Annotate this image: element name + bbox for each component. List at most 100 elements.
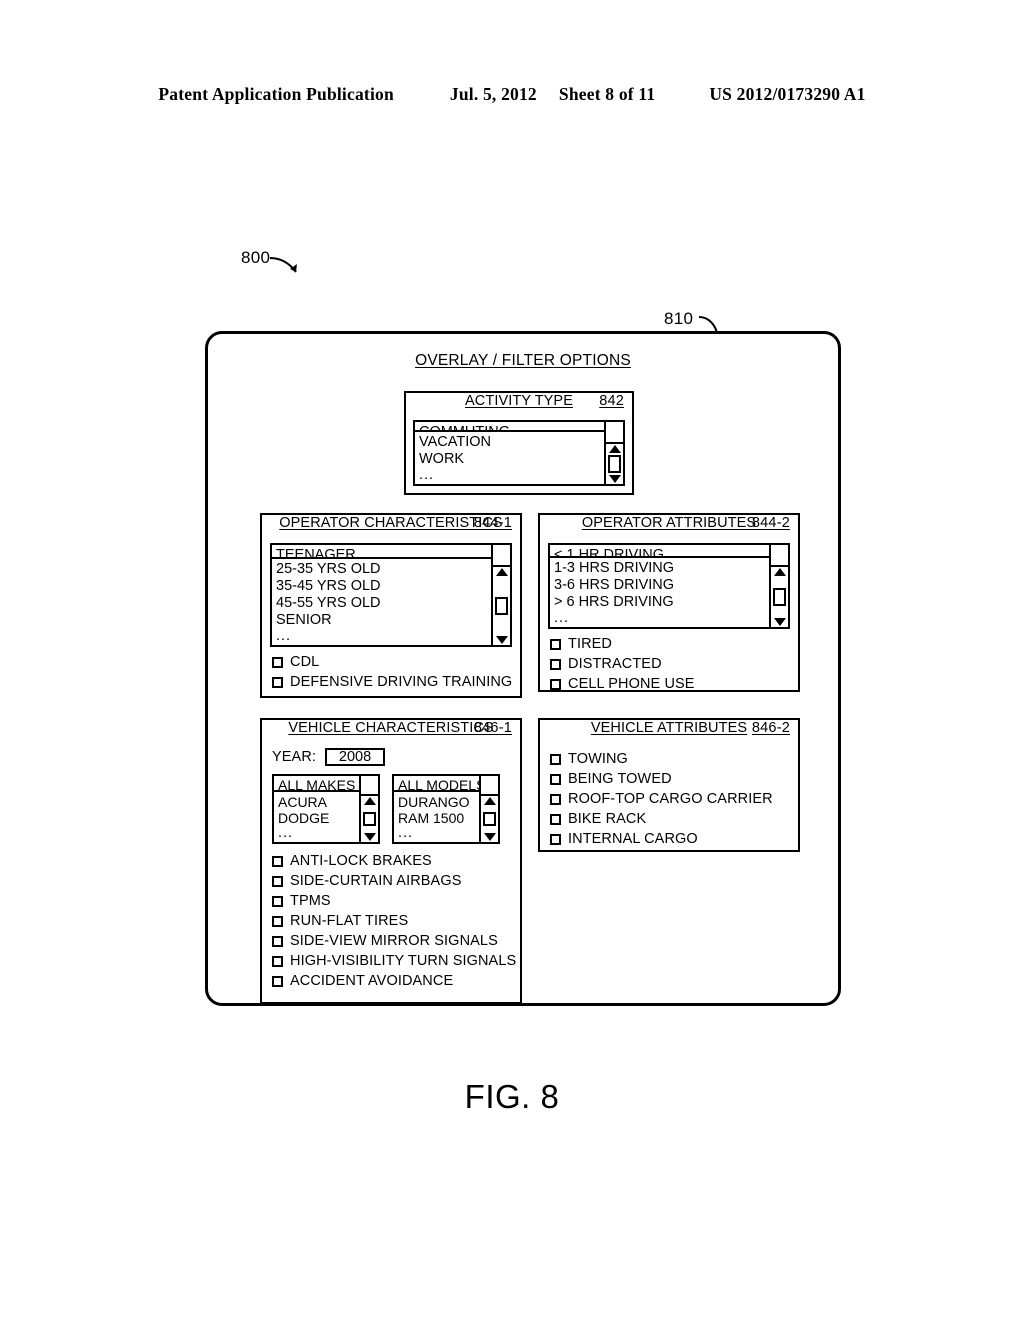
checkbox-icon[interactable] xyxy=(272,916,283,927)
list-item[interactable]: 25-35 YRS OLD xyxy=(276,561,491,578)
checkbox-row[interactable]: BEING TOWED xyxy=(550,772,790,787)
checkbox-icon[interactable] xyxy=(272,856,283,867)
list-item[interactable]: DURANGO xyxy=(398,794,479,810)
checkbox-row[interactable]: DEFENSIVE DRIVING TRAINING xyxy=(272,675,512,690)
checkbox-icon[interactable] xyxy=(550,814,561,825)
vehicle-makes-scrollbar[interactable] xyxy=(359,776,378,842)
checkbox-icon[interactable] xyxy=(550,774,561,785)
panel-operator-attributes-header: OPERATOR ATTRIBUTES 844-2 xyxy=(540,515,798,539)
operator-attributes-selected-value[interactable]: < 1 HR DRIVING xyxy=(550,545,769,558)
scroll-up-arrow-icon[interactable] xyxy=(608,445,621,453)
checkbox-icon[interactable] xyxy=(272,956,283,967)
panel-vehicle-attributes: VEHICLE ATTRIBUTES 846-2 TOWING BEING TO… xyxy=(538,718,800,852)
scrollbar-thumb[interactable] xyxy=(483,812,496,826)
activity-type-scrollbar[interactable] xyxy=(604,422,623,484)
list-item[interactable]: VACATION xyxy=(419,434,604,451)
operator-attributes-listbox-body: < 1 HR DRIVING 1-3 HRS DRIVING 3-6 HRS D… xyxy=(550,545,769,627)
scroll-down-arrow-icon[interactable] xyxy=(363,833,376,841)
list-item-ellipsis: ... xyxy=(398,825,414,841)
scroll-down-arrow-icon[interactable] xyxy=(483,833,496,841)
year-input[interactable]: 2008 xyxy=(325,748,386,766)
checkbox-icon[interactable] xyxy=(550,659,561,670)
scrollbar-track[interactable] xyxy=(771,567,788,627)
checkbox-row[interactable]: TIRED xyxy=(550,637,790,652)
list-item[interactable]: DODGE xyxy=(278,810,359,826)
list-item[interactable]: WORK xyxy=(419,451,604,468)
checkbox-row[interactable]: ACCIDENT AVOIDANCE xyxy=(272,974,512,989)
checkbox-icon[interactable] xyxy=(272,896,283,907)
checkbox-row[interactable]: TPMS xyxy=(272,894,512,909)
vehicle-models-scrollbar[interactable] xyxy=(479,776,498,842)
checkbox-row[interactable]: BIKE RACK xyxy=(550,812,790,827)
scrollbar-thumb[interactable] xyxy=(495,597,508,615)
scrollbar-track[interactable] xyxy=(493,567,510,645)
panel-operator-characteristics-title: OPERATOR CHARACTERISTICS xyxy=(279,515,503,531)
operator-characteristics-listbox[interactable]: TEENAGER 25-35 YRS OLD 35-45 YRS OLD 45-… xyxy=(270,543,512,647)
scrollbar-track[interactable] xyxy=(361,796,378,842)
checkbox-icon[interactable] xyxy=(272,976,283,987)
scroll-up-arrow-icon[interactable] xyxy=(495,568,508,576)
checkbox-icon[interactable] xyxy=(272,876,283,887)
checkbox-row[interactable]: SIDE-CURTAIN AIRBAGS xyxy=(272,874,512,889)
checkbox-row[interactable]: ROOF-TOP CARGO CARRIER xyxy=(550,792,790,807)
vehicle-makes-listbox[interactable]: ALL MAKES ACURA DODGE ... xyxy=(272,774,380,844)
checkbox-icon[interactable] xyxy=(550,679,561,690)
checkbox-row[interactable]: ANTI-LOCK BRAKES xyxy=(272,854,512,869)
checkbox-row[interactable]: CDL xyxy=(272,655,512,670)
scrollbar-track[interactable] xyxy=(481,796,498,842)
list-item[interactable]: SENIOR xyxy=(276,612,491,629)
list-item[interactable]: > 6 HRS DRIVING xyxy=(554,594,769,611)
checkbox-row[interactable]: TOWING xyxy=(550,752,790,767)
checkbox-icon[interactable] xyxy=(550,639,561,650)
list-item[interactable]: 45-55 YRS OLD xyxy=(276,595,491,612)
reference-numeral-810: 810 xyxy=(664,309,694,328)
checkbox-icon[interactable] xyxy=(550,794,561,805)
checkbox-row[interactable]: SIDE-VIEW MIRROR SIGNALS xyxy=(272,934,512,949)
checkbox-icon[interactable] xyxy=(272,677,283,688)
list-item[interactable]: RAM 1500 xyxy=(398,810,479,826)
list-item[interactable]: 35-45 YRS OLD xyxy=(276,578,491,595)
checkbox-icon[interactable] xyxy=(550,834,561,845)
panel-operator-attributes-title: OPERATOR ATTRIBUTES xyxy=(581,515,757,531)
operator-characteristics-scrollbar[interactable] xyxy=(491,545,510,645)
scroll-up-arrow-icon[interactable] xyxy=(363,797,376,805)
checkbox-row[interactable]: CELL PHONE USE xyxy=(550,677,790,692)
operator-attributes-scrollbar[interactable] xyxy=(769,545,788,627)
scroll-down-arrow-icon[interactable] xyxy=(608,475,621,483)
vehicle-models-selected-value[interactable]: ALL MODELS xyxy=(394,776,479,792)
vehicle-characteristics-checkbox-list: ANTI-LOCK BRAKES SIDE-CURTAIN AIRBAGS TP… xyxy=(272,854,516,989)
activity-type-listbox[interactable]: COMMUTING VACATION WORK ... xyxy=(413,420,625,486)
checkbox-row[interactable]: INTERNAL CARGO xyxy=(550,832,790,847)
list-item[interactable]: ACURA xyxy=(278,794,359,810)
checkbox-label: CELL PHONE USE xyxy=(568,676,695,692)
scroll-up-arrow-icon[interactable] xyxy=(483,797,496,805)
scrollbar-thumb[interactable] xyxy=(608,455,621,473)
operator-attributes-listbox[interactable]: < 1 HR DRIVING 1-3 HRS DRIVING 3-6 HRS D… xyxy=(548,543,790,629)
panel-activity-type-header: ACTIVITY TYPE 842 xyxy=(406,393,632,417)
scrollbar-thumb[interactable] xyxy=(363,812,376,826)
operator-characteristics-selected-value[interactable]: TEENAGER xyxy=(272,545,491,559)
scroll-up-arrow-icon[interactable] xyxy=(773,568,786,576)
checkbox-row[interactable]: RUN-FLAT TIRES xyxy=(272,914,512,929)
vehicle-models-listbox[interactable]: ALL MODELS DURANGO RAM 1500 ... xyxy=(392,774,500,844)
panel-vehicle-characteristics-header: VEHICLE CHARACTERISTICS 846-1 xyxy=(262,720,520,744)
checkbox-label: SIDE-CURTAIN AIRBAGS xyxy=(290,873,462,889)
panel-operator-characteristics-header: OPERATOR CHARACTERISTICS 844-1 xyxy=(262,515,520,539)
checkbox-row[interactable]: DISTRACTED xyxy=(550,657,790,672)
reference-numeral-844-1: 844-1 xyxy=(473,515,512,531)
scroll-down-arrow-icon[interactable] xyxy=(495,636,508,644)
list-item[interactable]: 3-6 HRS DRIVING xyxy=(554,577,769,594)
panel-vehicle-attributes-header: VEHICLE ATTRIBUTES 846-2 xyxy=(540,720,798,744)
checkbox-row[interactable]: HIGH-VISIBILITY TURN SIGNALS xyxy=(272,954,516,969)
scrollbar-track[interactable] xyxy=(606,444,623,484)
vehicle-makes-selected-value[interactable]: ALL MAKES xyxy=(274,776,359,792)
vehicle-makes-listbox-body: ALL MAKES ACURA DODGE ... xyxy=(274,776,359,842)
list-item[interactable]: 1-3 HRS DRIVING xyxy=(554,560,769,577)
checkbox-icon[interactable] xyxy=(550,754,561,765)
checkbox-label: TPMS xyxy=(290,893,331,909)
checkbox-icon[interactable] xyxy=(272,657,283,668)
scrollbar-thumb[interactable] xyxy=(773,588,786,606)
checkbox-icon[interactable] xyxy=(272,936,283,947)
scroll-down-arrow-icon[interactable] xyxy=(773,618,786,626)
activity-type-selected-value[interactable]: COMMUTING xyxy=(415,422,604,432)
